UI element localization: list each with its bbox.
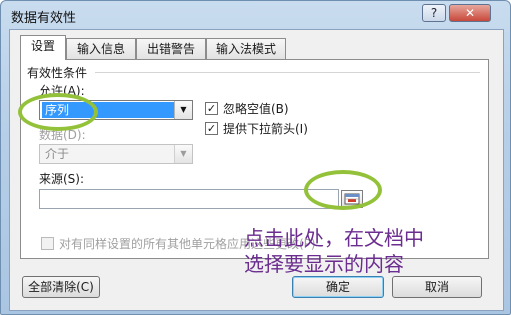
cancel-button[interactable]: 取消 [392,276,482,298]
clear-all-button[interactable]: 全部清除(C) [22,276,100,298]
chevron-down-icon: ▼ [174,145,192,163]
source-input[interactable] [39,189,339,209]
highlight-circle-allow [18,93,98,131]
data-dropdown: 介于 ▼ [39,144,193,164]
data-value: 介于 [45,147,70,161]
ignore-blank-checkbox[interactable]: ✓ [205,102,218,115]
title-bar[interactable]: 数据有效性 ? ✕ [1,1,510,29]
ok-button[interactable]: 确定 [292,276,384,298]
apply-all-checkbox [41,237,54,250]
tab-error-alert[interactable]: 出错警告 [136,38,206,59]
dialog-title: 数据有效性 [11,11,77,26]
annotation-line-1: 点击此处，在文档中 [244,226,424,250]
ignore-blank-label: 忽略空值(B) [223,102,289,116]
dropdown-arrow-checkbox[interactable]: ✓ [205,122,218,135]
tab-ime-mode[interactable]: 输入法模式 [206,38,286,59]
annotation-line-2: 选择要显示的内容 [244,252,404,276]
validation-criteria-title: 有效性条件 [27,66,88,80]
dropdown-arrow-label: 提供下拉箭头(I) [223,122,308,136]
tab-settings[interactable]: 设置 [20,35,66,60]
highlight-circle-source-button [304,170,382,210]
close-button[interactable]: ✕ [449,4,491,22]
help-button[interactable]: ? [422,4,446,22]
tab-input-message[interactable]: 输入信息 [66,38,136,59]
source-label: 来源(S): [39,172,85,186]
chevron-down-icon[interactable]: ▼ [174,101,192,119]
group-divider [95,72,480,73]
